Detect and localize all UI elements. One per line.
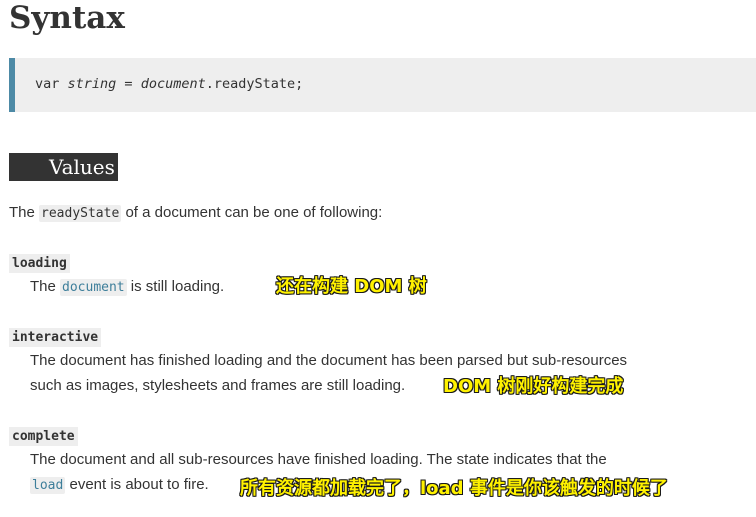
interactive-description-line2: such as images, stylesheets and frames a… <box>30 377 406 394</box>
page-title: Syntax <box>9 0 125 36</box>
code-line: var string = document.readyState; <box>35 76 303 92</box>
intro-paragraph: The readyState of a document can be one … <box>9 203 382 224</box>
values-heading: Values <box>9 153 118 181</box>
document-link[interactable]: document <box>60 279 127 296</box>
mdn-page: Syntax var string = document.readyState;… <box>0 0 756 517</box>
load-event-link[interactable]: load <box>30 477 66 494</box>
values-heading-text: Values <box>49 155 115 179</box>
loading-desc-before: The <box>30 278 61 295</box>
loading-description: The document is still loading. <box>30 277 224 298</box>
syntax-code-block: var string = document.readyState; <box>9 58 756 112</box>
intro-before: The <box>9 204 40 221</box>
code-keyword: var <box>35 76 68 92</box>
annotation-interactive: DOM 树刚好构建完成 <box>443 376 624 397</box>
complete-description-line1: The document and all sub-resources have … <box>30 451 607 468</box>
loading-desc-after: is still loading. <box>126 278 225 295</box>
code-operator: = <box>116 76 141 92</box>
annotation-complete: 所有资源都加载完了，load 事件是你该触发的时候了 <box>240 478 668 499</box>
code-object: document <box>140 76 206 92</box>
code-variable: string <box>67 76 117 92</box>
interactive-description-line1: The document has finished loading and th… <box>30 352 628 369</box>
term-interactive: interactive <box>9 328 102 347</box>
code-property: .readyState; <box>205 76 304 92</box>
intro-after: of a document can be one of following: <box>121 204 383 221</box>
annotation-loading: 还在构建 DOM 树 <box>276 276 427 297</box>
complete-description-line2: load event is about to fire. <box>30 475 209 496</box>
intro-code: readyState <box>39 205 122 222</box>
term-loading: loading <box>9 254 70 273</box>
complete-desc-after: event is about to fire. <box>65 476 209 493</box>
term-complete: complete <box>9 427 78 446</box>
